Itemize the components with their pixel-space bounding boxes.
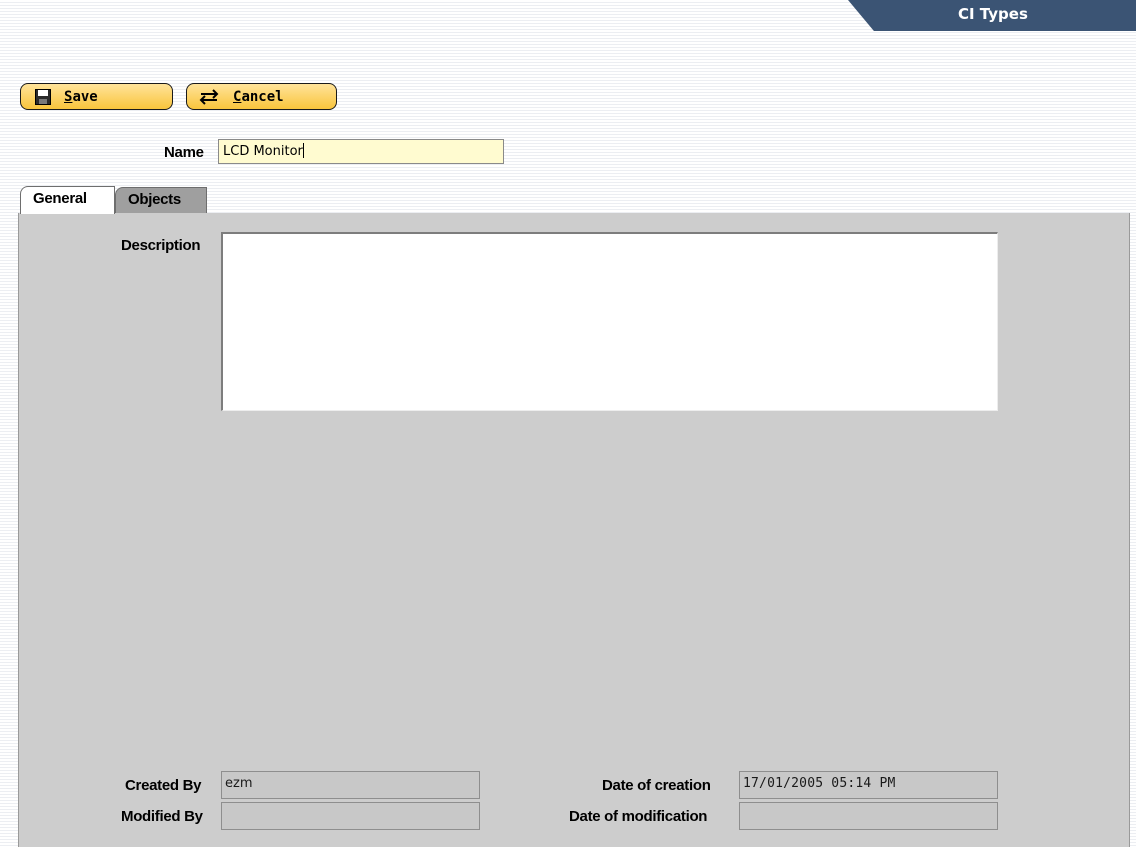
date-of-modification-field — [739, 802, 998, 830]
name-input[interactable]: LCD Monitor — [218, 139, 504, 164]
description-textarea[interactable] — [221, 232, 998, 411]
date-of-creation-label: Date of creation — [602, 777, 711, 794]
swap-arrows-icon — [197, 88, 221, 105]
date-of-creation-field: 17/01/2005 05:14 PM — [739, 771, 998, 799]
tab-general[interactable]: General — [20, 186, 115, 214]
created-by-field: ezm — [221, 771, 480, 799]
name-label: Name — [164, 144, 204, 161]
save-label: Save — [64, 88, 98, 105]
modified-by-label: Modified By — [121, 808, 203, 825]
name-value: LCD Monitor — [223, 144, 303, 159]
cancel-label: Cancel — [233, 88, 284, 105]
created-by-label: Created By — [125, 777, 202, 794]
modified-by-field — [221, 802, 480, 830]
text-caret — [302, 143, 304, 158]
description-label: Description — [121, 237, 201, 254]
page-header: CI Types — [848, 0, 1136, 31]
floppy-disk-icon — [35, 88, 51, 105]
tab-objects[interactable]: Objects — [115, 187, 207, 213]
date-of-modification-label: Date of modification — [569, 808, 708, 825]
cancel-button[interactable]: Cancel — [186, 83, 337, 110]
page-title: CI Types — [958, 5, 1028, 23]
save-button[interactable]: Save — [20, 83, 173, 110]
